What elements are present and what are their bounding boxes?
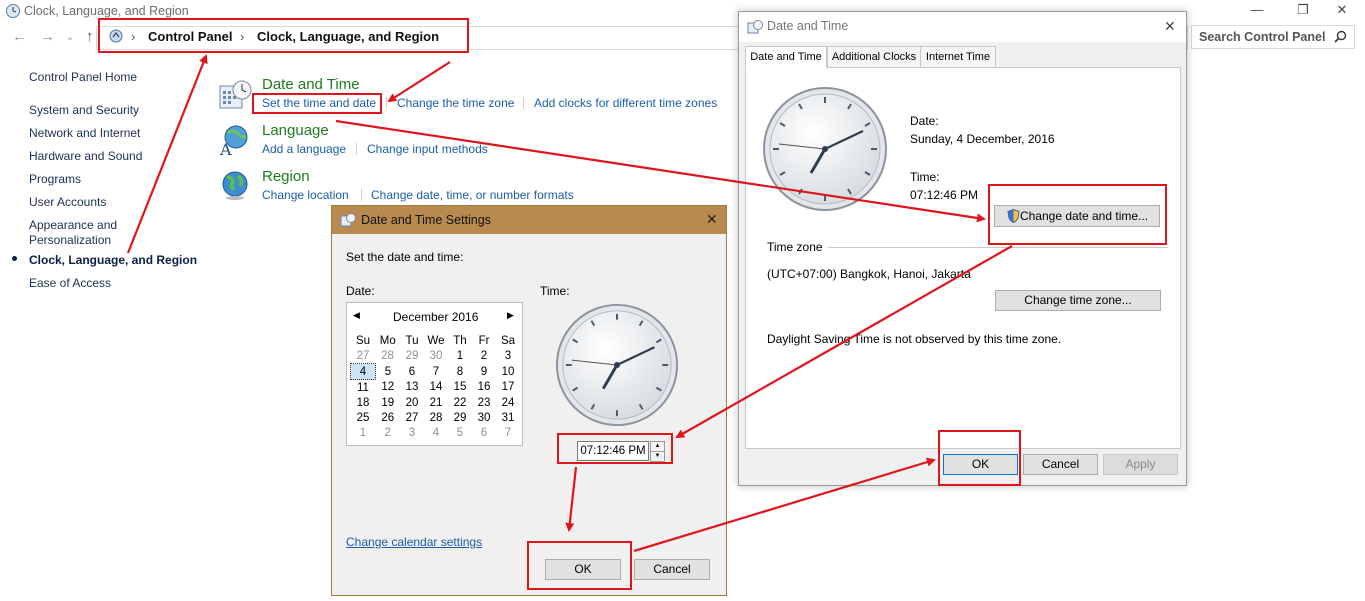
arrow-to-time-input <box>675 245 1013 438</box>
arrow-to-breadcrumb <box>126 54 208 254</box>
arrow-to-set-time-link <box>387 61 451 103</box>
annotation-arrows <box>126 54 1013 553</box>
tab-date-and-time[interactable]: Date and Time <box>745 46 827 69</box>
arrow-to-dialog-ok <box>633 457 936 553</box>
arrow-to-settings-ok <box>565 466 578 532</box>
arrow-to-change-button <box>335 119 986 223</box>
